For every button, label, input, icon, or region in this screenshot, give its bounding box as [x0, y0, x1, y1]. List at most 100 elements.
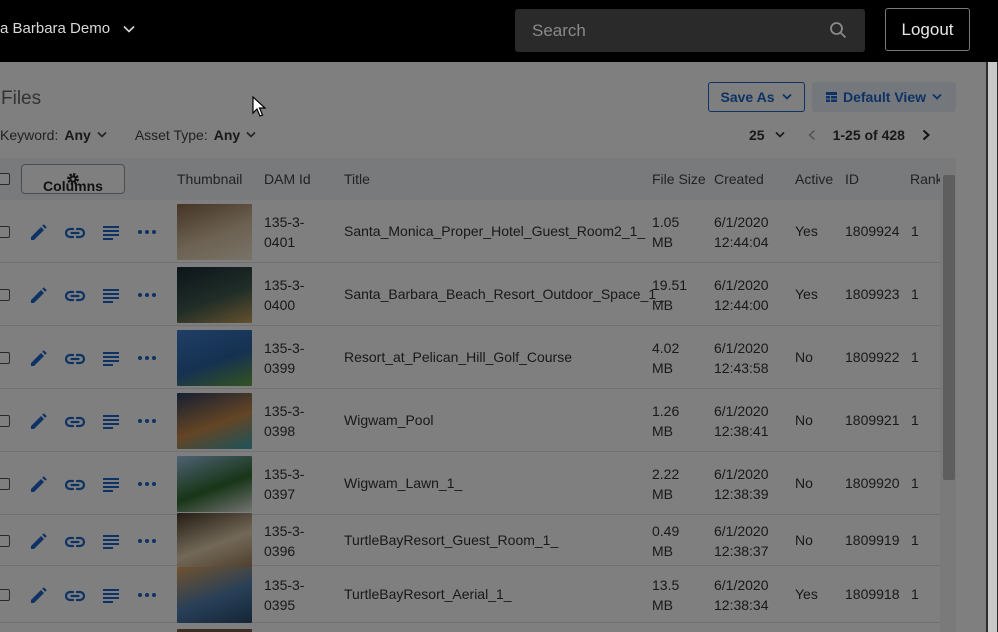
next-page-icon[interactable] — [921, 129, 931, 141]
page-size-select[interactable]: 25 — [749, 127, 785, 143]
column-header-rank[interactable]: Rank — [910, 171, 943, 187]
thumbnail-image[interactable] — [177, 512, 252, 569]
column-header-dam-id[interactable]: DAM Id — [264, 171, 311, 187]
prev-page-icon[interactable] — [807, 129, 817, 141]
link-icon[interactable] — [64, 473, 86, 495]
thumbnail-image[interactable] — [177, 566, 252, 623]
filter-bar: Keyword: Any Asset Type: Any — [0, 127, 284, 143]
logout-button[interactable]: Logout — [885, 8, 970, 51]
more-icon[interactable] — [136, 221, 158, 243]
title-cell[interactable]: Wigwam_Lawn_1_ — [344, 475, 462, 491]
thumbnail-image[interactable] — [177, 266, 252, 323]
table-row[interactable]: 135-3- 0398 Wigwam_Pool 1.26 MB 6/1/2020 12:38… — [0, 389, 940, 452]
details-icon[interactable] — [100, 347, 122, 369]
more-icon[interactable] — [136, 410, 158, 432]
file-size-cell: 0.49 MB — [652, 522, 680, 559]
id-cell: 1809923 — [845, 285, 900, 302]
column-header-file-size[interactable]: File Size — [652, 171, 706, 187]
details-icon[interactable] — [100, 410, 122, 432]
created-cell: 6/1/2020 12:44:04 — [714, 213, 769, 250]
row-checkbox[interactable] — [0, 534, 10, 547]
column-header-id[interactable]: ID — [845, 171, 859, 187]
title-cell[interactable]: Wigwam_Pool — [344, 412, 433, 428]
more-icon[interactable] — [136, 347, 158, 369]
rank-cell: 1 — [911, 531, 919, 548]
column-header-created[interactable]: Created — [714, 171, 764, 187]
pencil-icon[interactable] — [28, 530, 50, 552]
title-cell[interactable]: Santa_Monica_Proper_Hotel_Guest_Room2_1_ — [344, 223, 645, 239]
table-row[interactable]: 135-3- 0401 Santa_Monica_Proper_Hotel_Gues… — [0, 200, 940, 263]
file-size-cell: 2.22 MB — [652, 465, 680, 502]
link-icon[interactable] — [64, 284, 86, 306]
pencil-icon[interactable] — [28, 284, 50, 306]
link-icon[interactable] — [64, 347, 86, 369]
table-row[interactable] — [0, 623, 940, 632]
link-icon[interactable] — [64, 530, 86, 552]
default-view-button[interactable]: Default View — [812, 82, 956, 112]
columns-button[interactable]: Columns — [21, 164, 125, 194]
more-icon[interactable] — [136, 584, 158, 606]
link-icon[interactable] — [64, 584, 86, 606]
rank-cell: 1 — [911, 348, 919, 365]
page-scrollbar-thumb[interactable] — [988, 62, 997, 632]
table-row[interactable]: 135-3- 0397 Wigwam_Lawn_1_ 2.22 MB 6/1/2020 12… — [0, 452, 940, 515]
column-header-active[interactable]: Active — [795, 171, 833, 187]
active-cell: Yes — [795, 585, 818, 602]
thumbnail-image[interactable] — [177, 455, 252, 512]
details-icon[interactable] — [100, 473, 122, 495]
rank-cell: 1 — [911, 474, 919, 491]
row-checkbox[interactable] — [0, 225, 10, 238]
more-icon[interactable] — [136, 284, 158, 306]
table-row[interactable]: 135-3- 0396 TurtleBayResort_Guest_Room_1_ 0… — [0, 512, 940, 569]
table-row[interactable]: 135-3- 0399 Resort_at_Pelican_Hill_Golf_Co… — [0, 326, 940, 389]
details-icon[interactable] — [100, 584, 122, 606]
row-checkbox[interactable] — [0, 477, 10, 490]
pencil-icon[interactable] — [28, 584, 50, 606]
pencil-icon[interactable] — [28, 473, 50, 495]
chevron-down-icon — [782, 93, 793, 100]
save-as-button[interactable]: Save As — [708, 82, 805, 112]
search-icon[interactable] — [829, 21, 847, 39]
account-switcher[interactable]: a Barbara Demo — [0, 20, 136, 37]
file-size-cell: 1.26 MB — [652, 402, 680, 439]
details-icon[interactable] — [100, 284, 122, 306]
row-checkbox[interactable] — [0, 288, 10, 301]
more-icon[interactable] — [136, 473, 158, 495]
column-header-thumbnail[interactable]: Thumbnail — [177, 171, 242, 187]
search-input[interactable] — [515, 9, 815, 52]
link-icon[interactable] — [64, 410, 86, 432]
link-icon[interactable] — [64, 221, 86, 243]
details-icon[interactable] — [100, 530, 122, 552]
pencil-icon[interactable] — [28, 410, 50, 432]
pencil-icon[interactable] — [28, 221, 50, 243]
row-checkbox[interactable] — [0, 414, 10, 427]
table-view-icon — [826, 92, 837, 102]
title-cell[interactable]: TurtleBayResort_Aerial_1_ — [344, 586, 512, 602]
title-cell[interactable]: Santa_Barbara_Beach_Resort_Outdoor_Space… — [344, 286, 664, 302]
created-cell: 6/1/2020 12:43:58 — [714, 339, 769, 376]
chevron-down-icon — [246, 131, 256, 138]
column-header-title[interactable]: Title — [344, 171, 370, 187]
row-checkbox[interactable] — [0, 351, 10, 364]
thumbnail-image[interactable] — [177, 329, 252, 386]
details-icon[interactable] — [100, 221, 122, 243]
keyword-filter[interactable]: Keyword: Any — [0, 127, 107, 143]
dam-id-cell: 135-3- 0396 — [264, 522, 305, 559]
more-icon[interactable] — [136, 530, 158, 552]
id-cell: 1809920 — [845, 474, 900, 491]
table-row[interactable]: 135-3- 0400 Santa_Barbara_Beach_Resort_Out… — [0, 263, 940, 326]
title-cell[interactable]: Resort_at_Pelican_Hill_Golf_Course — [344, 349, 572, 365]
row-checkbox[interactable] — [0, 588, 10, 601]
title-cell[interactable]: TurtleBayResort_Guest_Room_1_ — [344, 532, 558, 548]
table-scrollbar-thumb[interactable] — [943, 175, 955, 480]
dam-id-cell: 135-3- 0401 — [264, 213, 305, 250]
page-size-value: 25 — [749, 127, 765, 143]
table-row[interactable]: 135-3- 0395 TurtleBayResort_Aerial_1_ 13.5 M… — [0, 566, 940, 623]
thumbnail-image[interactable] — [177, 392, 252, 449]
created-cell: 6/1/2020 12:38:41 — [714, 402, 769, 439]
id-cell: 1809918 — [845, 585, 900, 602]
asset-type-filter[interactable]: Asset Type: Any — [135, 127, 256, 143]
pencil-icon[interactable] — [28, 347, 50, 369]
thumbnail-image[interactable] — [177, 203, 252, 260]
select-all-checkbox[interactable] — [0, 173, 10, 185]
